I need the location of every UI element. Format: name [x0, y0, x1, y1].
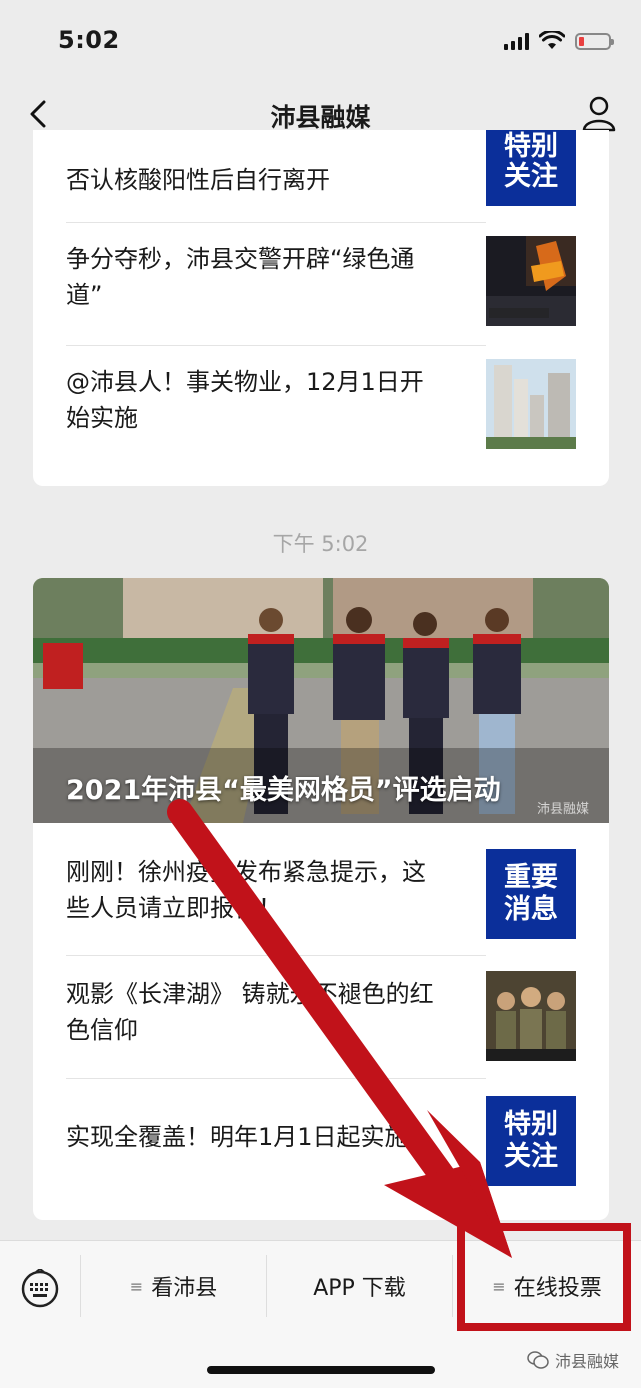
article-thumbnail: [486, 236, 576, 326]
article-title[interactable]: 实现全覆盖！明年1月1日起实施！: [66, 1119, 486, 1155]
menu-list-icon: ≡: [129, 1276, 144, 1296]
menu-item-kan-peixian[interactable]: ≡ 看沛县: [81, 1241, 266, 1331]
watermark-text: 沛县融媒: [554, 1352, 619, 1371]
article-thumbnail: 特别 关注: [486, 130, 576, 206]
keyboard-icon[interactable]: [20, 1269, 60, 1309]
list-item[interactable]: 争分夺秒，沛县交警开辟“绿色通道”: [66, 223, 609, 346]
highlight-box-annotation: [457, 1223, 631, 1331]
promo-thumbnail: 重要 消息: [486, 849, 576, 939]
article-title[interactable]: @沛县人！事关物业，12月1日开始实施: [66, 364, 446, 436]
promo-thumbnail: 特别 关注: [486, 1096, 576, 1186]
article-card-bottom: 2021年沛县“最美网格员”评选启动 沛县融媒 刚刚！徐州疫控发布紧急提示，这些…: [33, 578, 609, 1220]
article-title[interactable]: 刚刚！徐州疫控发布紧急提示，这些人员请立即报告！: [66, 854, 446, 926]
list-item[interactable]: 刚刚！徐州疫控发布紧急提示，这些人员请立即报告！ 重要 消息: [66, 836, 609, 959]
article-thumbnail: [486, 971, 576, 1061]
page-title: 沛县融媒: [270, 103, 371, 132]
list-item[interactable]: @沛县人！事关物业，12月1日开始实施: [66, 346, 609, 469]
hero-article[interactable]: 2021年沛县“最美网格员”评选启动 沛县融媒: [33, 578, 609, 823]
promo-thumbnail: 特别 关注: [486, 130, 576, 206]
divider: [66, 1078, 486, 1079]
article-thumbnail: 重要 消息: [486, 849, 576, 939]
timestamp: 下午 5:02: [272, 532, 369, 556]
status-time: 5:02: [58, 26, 120, 54]
article-card-top: 否认核酸阳性后自行离开 特别 关注 争分夺秒，沛县交警开辟“绿色通道” @沛县人！…: [33, 130, 609, 486]
wifi-icon: [539, 31, 565, 49]
list-item[interactable]: 实现全覆盖！明年1月1日起实施！ 特别 关注: [66, 1083, 609, 1206]
wechat-watermark: 沛县融媒: [527, 1348, 619, 1372]
hero-watermark: 沛县融媒: [536, 802, 589, 817]
list-item[interactable]: 观影《长津湖》 铸就永不褪色的红色信仰: [66, 958, 609, 1081]
article-title[interactable]: 争分夺秒，沛县交警开辟“绿色通道”: [66, 241, 446, 313]
menu-item-label: APP 下载: [313, 1276, 406, 1301]
wechat-icon: [527, 1351, 549, 1369]
status-icons: [504, 30, 614, 52]
divider: [66, 955, 486, 956]
status-bar: 5:02: [0, 0, 641, 80]
home-indicator[interactable]: [207, 1366, 435, 1374]
hero-caption[interactable]: 2021年沛县“最美网格员”评选启动: [66, 768, 501, 807]
profile-icon[interactable]: [581, 94, 617, 132]
menu-item-app-download[interactable]: APP 下载: [267, 1241, 452, 1331]
article-title[interactable]: 观影《长津湖》 铸就永不褪色的红色信仰: [66, 976, 446, 1048]
article-thumbnail: 特别 关注: [486, 1096, 576, 1186]
traffic-photo-icon: [486, 236, 576, 326]
battery-icon: [575, 32, 614, 50]
article-thumbnail: [486, 359, 576, 449]
buildings-photo-icon: [486, 359, 576, 449]
article-title[interactable]: 否认核酸阳性后自行离开: [66, 162, 446, 198]
signal-icon: [504, 32, 529, 50]
menu-item-label: 看沛县: [151, 1276, 218, 1301]
movie-still-icon: [486, 971, 576, 1061]
